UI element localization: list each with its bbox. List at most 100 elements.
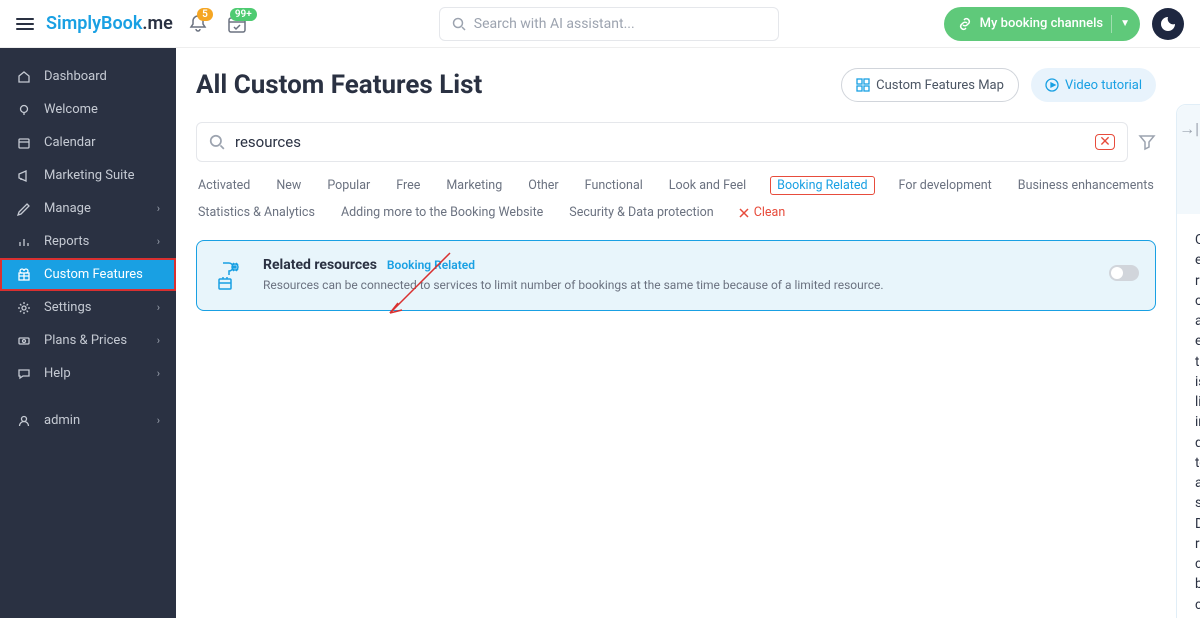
cat-adding[interactable]: Adding more to the Booking Website xyxy=(339,203,545,222)
megaphone-icon xyxy=(16,169,32,183)
filter-icon[interactable] xyxy=(1138,133,1156,151)
nav-reports[interactable]: Reports › xyxy=(0,225,176,258)
moon-icon xyxy=(1160,16,1176,32)
cat-business[interactable]: Business enhancements xyxy=(1016,176,1156,195)
calendar-icon xyxy=(16,136,32,150)
grid-icon xyxy=(856,78,870,92)
features-list-column: All Custom Features List Custom Features… xyxy=(176,48,1168,618)
page-title: All Custom Features List xyxy=(196,70,829,100)
feature-card-related-resources[interactable]: Related resources Booking Related Resour… xyxy=(196,240,1156,311)
bulb-icon xyxy=(16,103,32,117)
chevron-right-icon: › xyxy=(157,235,160,248)
nav-custom-features[interactable]: Custom Features xyxy=(0,258,176,291)
cat-booking-related[interactable]: Booking Related xyxy=(770,176,874,195)
cal-badge: 99+ xyxy=(230,8,257,21)
play-icon xyxy=(1045,78,1059,92)
menu-toggle[interactable] xyxy=(16,18,34,30)
nav-plans[interactable]: Plans & Prices › xyxy=(0,324,176,357)
chevron-right-icon: › xyxy=(157,202,160,215)
nav-settings[interactable]: Settings› xyxy=(0,291,176,324)
gift-icon xyxy=(16,268,32,282)
chart-icon xyxy=(16,235,32,249)
page-header: All Custom Features List Custom Features… xyxy=(196,68,1156,102)
sidebar: Dashboard Welcome Calendar Marketing Sui… xyxy=(0,48,176,618)
search-row: ✕ xyxy=(196,122,1156,162)
clear-search[interactable]: ✕ xyxy=(1095,134,1115,150)
feature-icon xyxy=(213,257,249,293)
main: All Custom Features List Custom Features… xyxy=(176,48,1200,618)
video-tutorial-button[interactable]: Video tutorial xyxy=(1031,68,1156,102)
cat-new[interactable]: New xyxy=(274,176,303,195)
cat-free[interactable]: Free xyxy=(394,176,422,195)
topbar: SimplyBook.me 5 99+ Search with AI assis… xyxy=(0,0,1200,48)
search-placeholder: Search with AI assistant... xyxy=(474,16,635,32)
chevron-right-icon: › xyxy=(157,334,160,347)
nav-label: Reports xyxy=(44,234,89,249)
cat-look[interactable]: Look and Feel xyxy=(667,176,748,195)
cat-activated[interactable]: Activated xyxy=(196,176,252,195)
chevron-right-icon: › xyxy=(157,367,160,380)
nav-manage[interactable]: Manage › xyxy=(0,192,176,225)
cat-clean[interactable]: Clean xyxy=(738,203,786,222)
collapse-icon[interactable]: →| xyxy=(1179,119,1199,139)
cat-other[interactable]: Other xyxy=(526,176,560,195)
detail-header: 15 Related resources Enable →| xyxy=(1177,105,1200,214)
feature-desc: Resources can be connected to services t… xyxy=(263,277,1095,294)
gear-icon xyxy=(16,301,32,315)
search-icon xyxy=(452,17,466,31)
feature-search-input[interactable] xyxy=(235,133,1085,151)
nav-label: Manage xyxy=(44,201,91,216)
cat-popular[interactable]: Popular xyxy=(325,176,372,195)
booking-channels-button[interactable]: My booking channels ▼ xyxy=(944,7,1140,41)
nav-label: Calendar xyxy=(44,135,96,150)
user-icon xyxy=(16,414,32,428)
category-chips: Activated New Popular Free Marketing Oth… xyxy=(196,176,1156,222)
nav-admin[interactable]: admin › xyxy=(0,404,176,437)
feature-body: Related resources Booking Related Resour… xyxy=(263,257,1095,294)
calendar-check[interactable]: 99+ xyxy=(227,14,247,34)
nav-marketing[interactable]: Marketing Suite xyxy=(0,159,176,192)
nav-label: admin xyxy=(44,413,80,428)
logo-suffix: .me xyxy=(142,13,172,34)
btn-label: Custom Features Map xyxy=(876,78,1004,93)
nav-label: Dashboard xyxy=(44,69,107,84)
nav-label: Help xyxy=(44,366,71,381)
feature-title: Related resources xyxy=(263,257,377,273)
btn-label: Video tutorial xyxy=(1065,78,1142,93)
detail-panel: 15 Related resources Enable →| Connect e… xyxy=(1176,104,1200,618)
booking-channels-label: My booking channels xyxy=(980,16,1103,31)
nav-dashboard[interactable]: Dashboard xyxy=(0,60,176,93)
global-search[interactable]: Search with AI assistant... xyxy=(439,7,779,41)
nav-label: Custom Features xyxy=(44,267,143,282)
feature-toggle[interactable] xyxy=(1109,265,1139,281)
feature-search[interactable]: ✕ xyxy=(196,122,1128,162)
cat-functional[interactable]: Functional xyxy=(583,176,645,195)
detail-column: 15 Related resources Enable →| Connect e… xyxy=(1168,48,1200,618)
pencil-icon xyxy=(16,202,32,216)
cat-dev[interactable]: For development xyxy=(897,176,994,195)
theme-toggle[interactable] xyxy=(1152,8,1184,40)
chevron-right-icon: › xyxy=(157,414,160,427)
features-map-button[interactable]: Custom Features Map xyxy=(841,68,1019,102)
cat-security[interactable]: Security & Data protection xyxy=(567,203,715,222)
logo[interactable]: SimplyBook.me xyxy=(46,13,173,34)
nav-help[interactable]: Help › xyxy=(0,357,176,390)
nav-label: Welcome xyxy=(44,102,98,117)
search-icon xyxy=(209,134,225,150)
notifications[interactable]: 5 xyxy=(189,14,207,34)
chevron-down-icon: ▼ xyxy=(1120,18,1130,29)
chevron-right-icon: › xyxy=(157,301,160,314)
nav-welcome[interactable]: Welcome xyxy=(0,93,176,126)
notif-badge: 5 xyxy=(197,8,213,21)
price-icon xyxy=(16,334,32,348)
cat-stats[interactable]: Statistics & Analytics xyxy=(196,203,317,222)
nav-label: Marketing Suite xyxy=(44,168,135,183)
dashboard-icon xyxy=(16,70,32,84)
clear-icon xyxy=(738,207,750,219)
chat-icon xyxy=(16,367,32,381)
cat-marketing[interactable]: Marketing xyxy=(444,176,504,195)
nav-label: Plans & Prices xyxy=(44,333,127,348)
feature-tag: Booking Related xyxy=(387,258,475,272)
clean-label: Clean xyxy=(754,205,786,220)
nav-calendar[interactable]: Calendar xyxy=(0,126,176,159)
